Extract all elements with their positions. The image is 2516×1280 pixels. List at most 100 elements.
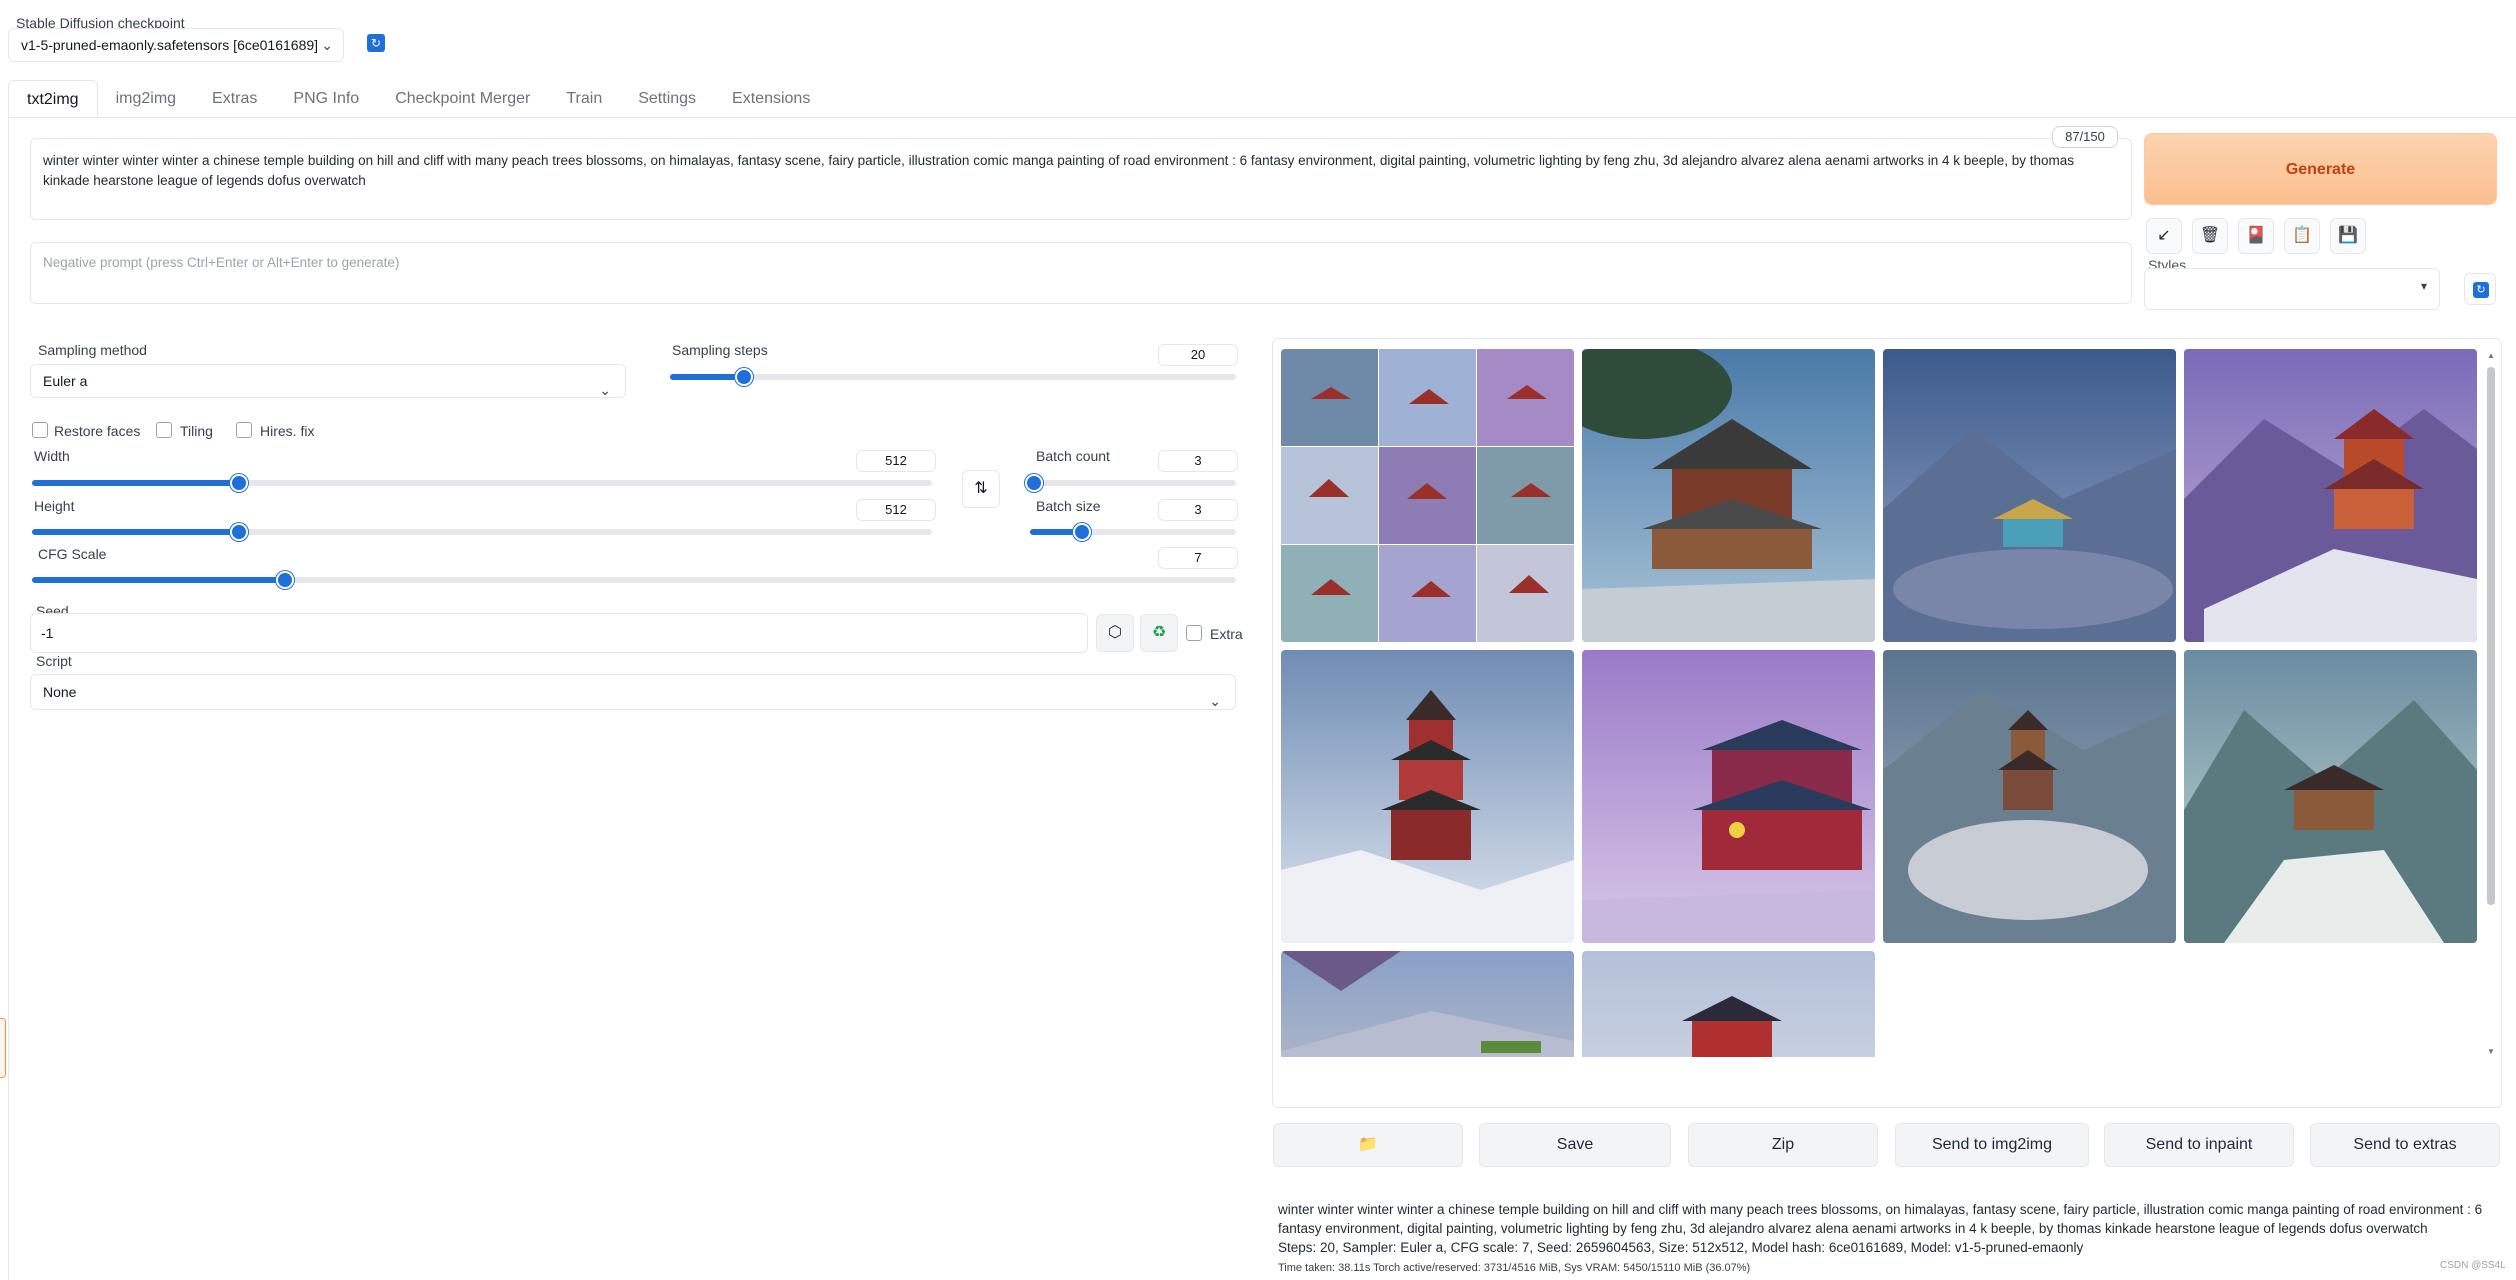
zip-button[interactable]: Zip [1688, 1123, 1878, 1167]
gallery-image-8[interactable] [1281, 951, 1574, 1057]
slider-handle[interactable] [1072, 523, 1091, 541]
image-gallery: ▲ ▼ [1272, 338, 2502, 1108]
batch-count-input[interactable]: 3 [1158, 450, 1238, 472]
scrollbar-thumb[interactable] [2487, 367, 2495, 905]
card-icon[interactable]: 🎴 [2238, 218, 2274, 254]
script-value: None [43, 684, 77, 700]
sampling-method-label: Sampling method [38, 342, 147, 358]
dice-icon[interactable]: ⬡ [1096, 614, 1134, 652]
slider-handle[interactable] [275, 571, 294, 589]
gallery-image-5[interactable] [1582, 650, 1875, 943]
tab-settings[interactable]: Settings [620, 80, 714, 118]
styles-select[interactable]: ▾ [2144, 268, 2440, 310]
refresh-icon[interactable]: ↻ [367, 34, 385, 52]
save-icon[interactable]: 💾 [2330, 218, 2366, 254]
styles-refresh-button[interactable]: ↻ [2464, 273, 2496, 305]
batch-size-slider[interactable] [1030, 523, 1236, 541]
prompt-input[interactable]: winter winter winter winter a chinese te… [30, 138, 2132, 220]
scroll-down-icon[interactable]: ▼ [2485, 1047, 2497, 1056]
cfg-scale-slider[interactable] [32, 571, 1236, 589]
slider-handle[interactable] [1025, 474, 1044, 492]
chevron-down-icon: ⌄ [1209, 693, 1221, 709]
slider-handle[interactable] [230, 474, 248, 492]
slider-handle[interactable] [734, 368, 753, 386]
tab-divider [8, 117, 2516, 118]
swap-dimensions-button[interactable]: ⇅ [962, 470, 1000, 508]
gallery-scrollbar[interactable]: ▲ ▼ [2485, 351, 2497, 1059]
extra-label: Extra [1210, 626, 1243, 642]
gallery-image-7[interactable] [2184, 650, 2477, 943]
timing-info: Time taken: 38.11s Torch active/reserved… [1278, 1262, 1751, 1274]
hires-fix-checkbox[interactable] [236, 422, 252, 438]
gallery-image-4[interactable] [1281, 650, 1574, 943]
gallery-image-grid[interactable] [1281, 349, 1574, 642]
clipboard-icon[interactable]: 📋 [2284, 218, 2320, 254]
hires-fix-label: Hires. fix [260, 423, 315, 439]
recycle-icon[interactable]: ♻ [1140, 614, 1178, 652]
batch-size-input[interactable]: 3 [1158, 499, 1238, 521]
generate-button[interactable]: Generate [2144, 133, 2497, 205]
slider-fill [32, 577, 285, 583]
save-button[interactable]: Save [1479, 1123, 1671, 1167]
checkpoint-select[interactable]: v1-5-pruned-emaonly.safetensors [6ce0161… [8, 28, 344, 62]
script-select[interactable]: None ⌄ [30, 674, 1236, 710]
batch-count-label: Batch count [1036, 448, 1110, 464]
chevron-down-icon: ⌄ [321, 37, 333, 53]
chevron-down-icon: ⌄ [599, 382, 611, 398]
info-params: Steps: 20, Sampler: Euler a, CFG scale: … [1278, 1240, 2084, 1255]
checkpoint-value: v1-5-pruned-emaonly.safetensors [6ce0161… [21, 37, 319, 53]
gallery-image-6[interactable] [1883, 650, 2176, 943]
tab-train[interactable]: Train [548, 80, 620, 118]
caret-down-icon: ▾ [2420, 279, 2427, 293]
negative-prompt-input[interactable]: Negative prompt (press Ctrl+Enter or Alt… [30, 242, 2132, 304]
slider-handle[interactable] [230, 523, 248, 541]
script-label: Script [36, 653, 72, 669]
side-drawer-tab[interactable] [0, 1018, 6, 1078]
arrow-icon[interactable]: ↙ [2146, 218, 2182, 254]
batch-size-label: Batch size [1036, 498, 1101, 514]
slider-fill [670, 374, 744, 380]
panel-border [8, 117, 9, 1280]
send-to-extras-button[interactable]: Send to extras [2310, 1123, 2500, 1167]
send-to-inpaint-button[interactable]: Send to inpaint [2104, 1123, 2294, 1167]
extra-checkbox[interactable] [1186, 625, 1202, 641]
height-label: Height [34, 498, 75, 514]
cfg-scale-label: CFG Scale [38, 546, 107, 562]
tab-img2img[interactable]: img2img [98, 80, 194, 118]
folder-icon[interactable]: 📁 [1273, 1123, 1463, 1167]
scroll-up-icon[interactable]: ▲ [2485, 351, 2497, 360]
sampling-method-value: Euler a [43, 373, 88, 389]
height-slider[interactable] [32, 523, 932, 541]
cfg-scale-input[interactable]: 7 [1158, 547, 1238, 569]
gallery-image-1[interactable] [1582, 349, 1875, 642]
generation-info: winter winter winter winter a chinese te… [1278, 1200, 2498, 1257]
width-label: Width [34, 448, 70, 464]
tiling-checkbox[interactable] [156, 422, 172, 438]
width-slider[interactable] [32, 474, 932, 492]
gallery-image-2[interactable] [1883, 349, 2176, 642]
tiling-label: Tiling [180, 423, 213, 439]
sampling-steps-slider[interactable] [670, 368, 1236, 386]
refresh-icon: ↻ [2473, 282, 2489, 298]
slider-fill [32, 480, 239, 486]
sampling-steps-label: Sampling steps [672, 342, 768, 358]
height-input[interactable]: 512 [856, 499, 936, 521]
width-input[interactable]: 512 [856, 450, 936, 472]
restore-faces-checkbox[interactable] [32, 422, 48, 438]
send-to-img2img-button[interactable]: Send to img2img [1895, 1123, 2089, 1167]
gallery-image-9[interactable] [1582, 951, 1875, 1057]
info-prompt: winter winter winter winter a chinese te… [1278, 1202, 2483, 1236]
tab-checkpoint-merger[interactable]: Checkpoint Merger [377, 80, 548, 118]
sampling-steps-input[interactable]: 20 [1158, 344, 1238, 366]
tab-extensions[interactable]: Extensions [714, 80, 828, 118]
seed-input[interactable]: -1 [30, 613, 1088, 653]
gallery-image-3[interactable] [2184, 349, 2477, 642]
watermark: CSDN @SS4L [2440, 1260, 2506, 1271]
tab-txt2img[interactable]: txt2img [8, 80, 98, 118]
batch-count-slider[interactable] [1025, 474, 1236, 492]
tab-extras[interactable]: Extras [194, 80, 275, 118]
trash-icon[interactable]: 🗑 [2192, 218, 2228, 254]
sampling-method-select[interactable]: Euler a ⌄ [30, 364, 626, 398]
restore-faces-label: Restore faces [54, 423, 141, 439]
tab-png-info[interactable]: PNG Info [275, 80, 377, 118]
